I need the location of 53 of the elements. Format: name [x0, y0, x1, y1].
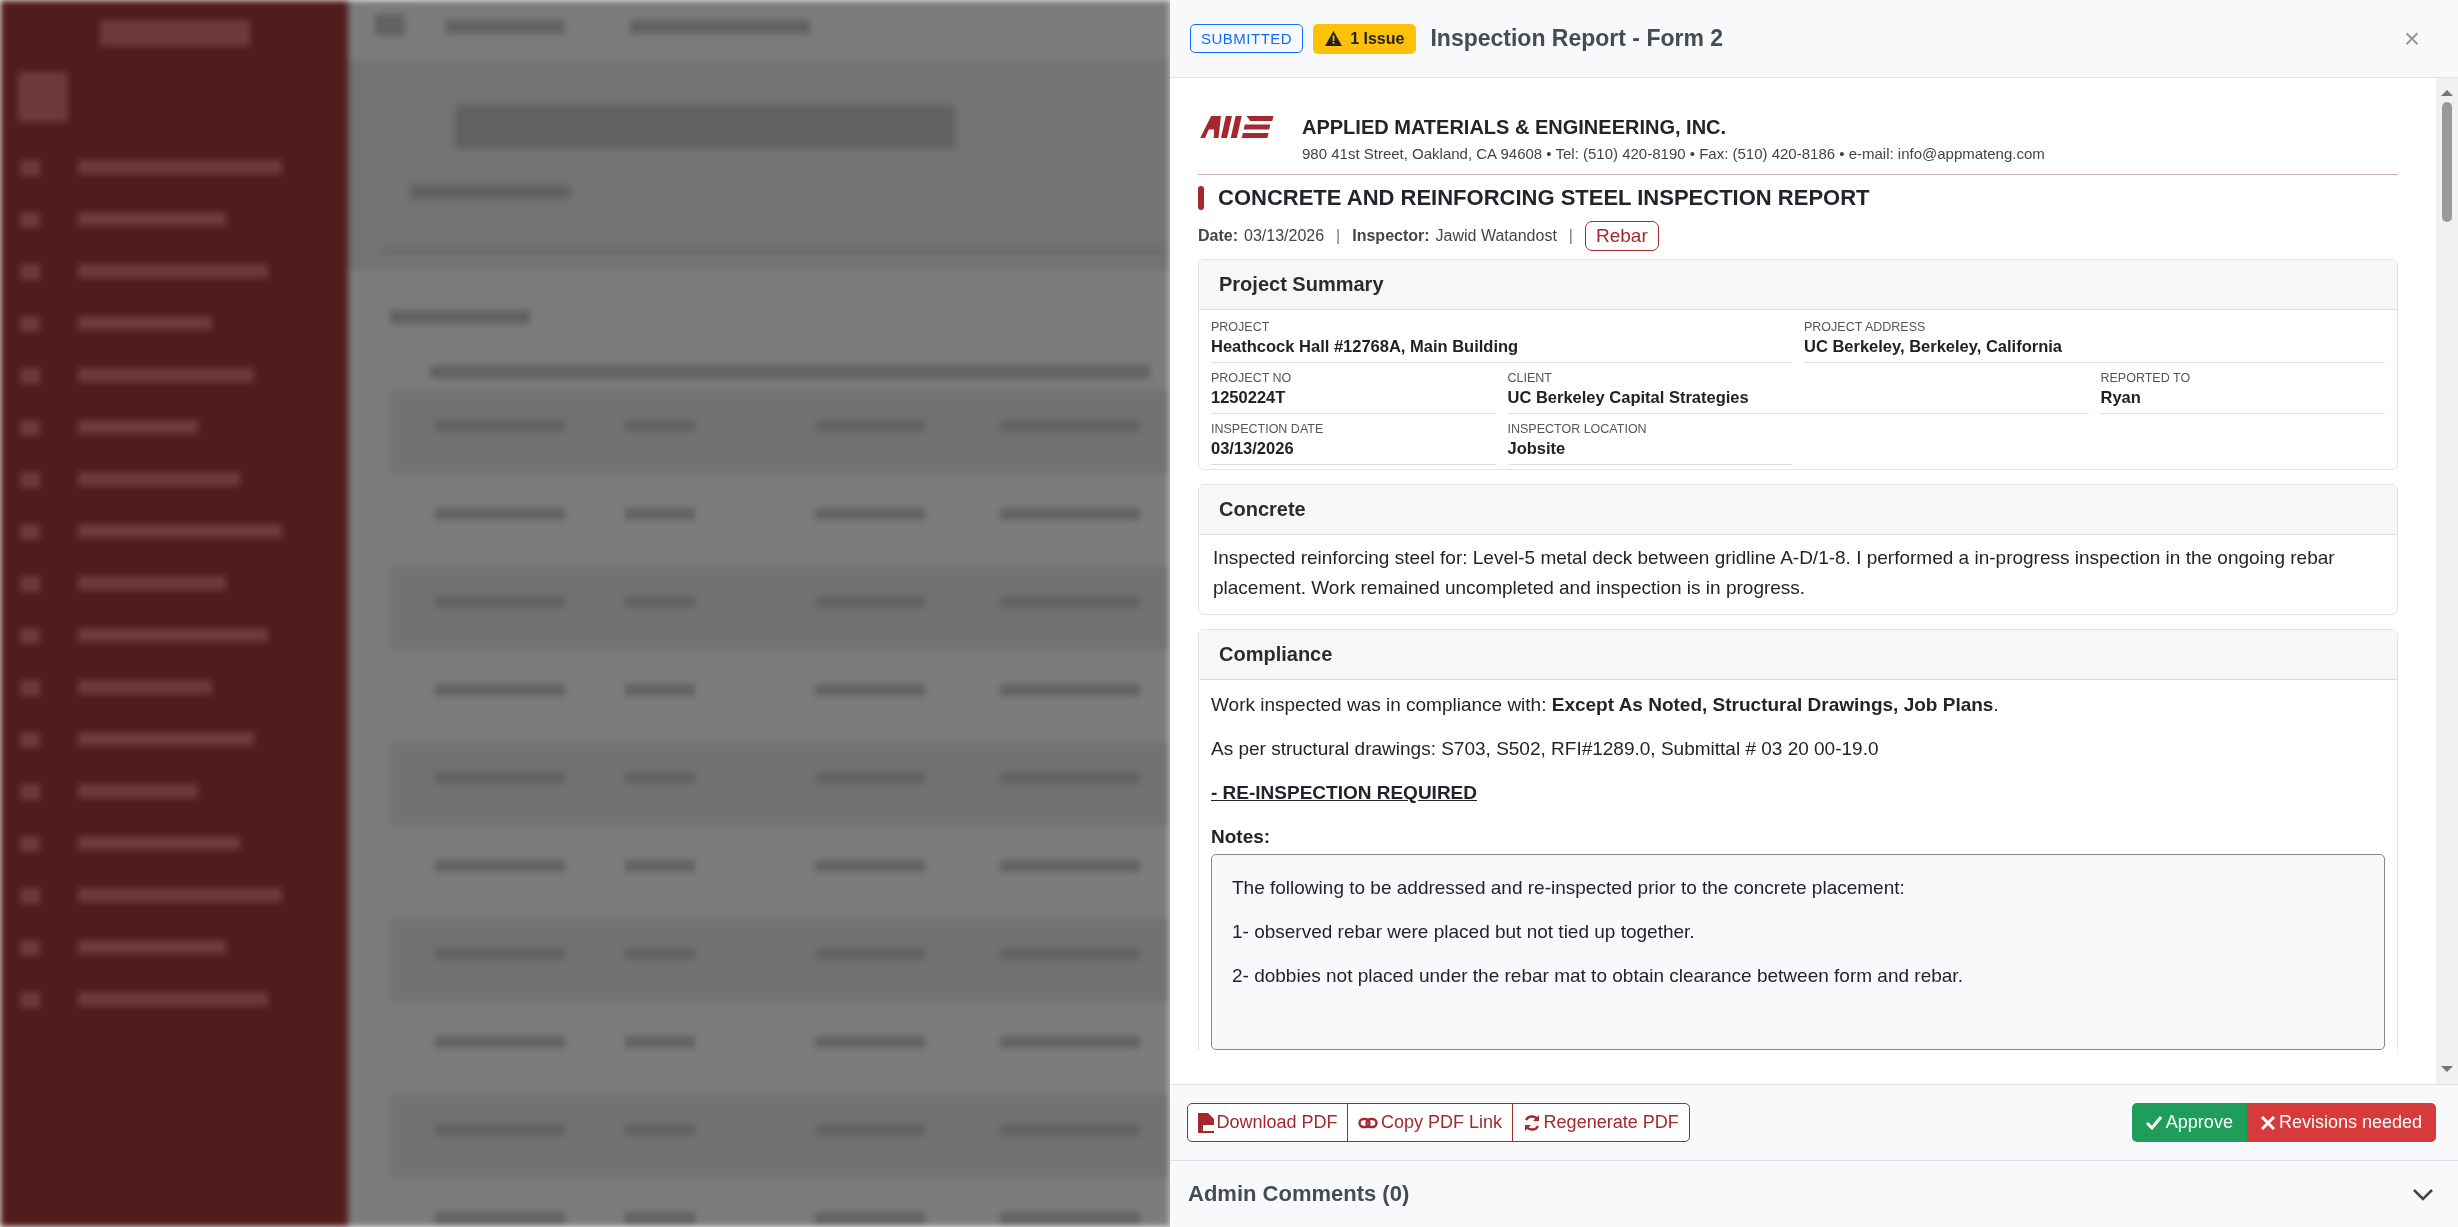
field-label: PROJECT NO [1211, 371, 1293, 385]
reinspection-notice: - RE-INSPECTION REQUIRED [1211, 781, 1479, 804]
issue-badge: 1 Issue [1313, 23, 1417, 54]
accent-bar [1198, 186, 1204, 210]
separator: | [1336, 227, 1341, 245]
chevron-down-icon [2412, 1187, 2434, 1201]
refresh-icon [1522, 1113, 1541, 1132]
revisions-button[interactable]: Revisions needed [2246, 1103, 2436, 1142]
warning-icon [1325, 31, 1343, 46]
date-value: 03/13/2026 [1244, 227, 1325, 245]
notes-label: Notes: [1211, 825, 1272, 848]
admin-comments-title: Admin Comments (0) [1188, 1181, 1410, 1207]
field-label: PROJECT [1211, 320, 1271, 334]
field-label: INSPECTOR LOCATION [1507, 422, 1648, 436]
report-title: CONCRETE AND REINFORCING STEEL INSPECTION REPORT [1218, 185, 1870, 211]
company-name: APPLIED MATERIALS & ENGINEERING, INC. [1302, 116, 1728, 139]
compliance-text: Work inspected was in compliance with: Except As Noted, Structural Drawings, Job Plans. [1211, 693, 2000, 716]
close-icon [2260, 1115, 2275, 1130]
check-icon [2145, 1115, 2162, 1130]
field-value: Ryan [2100, 388, 2142, 407]
card-title: Compliance [1199, 629, 2397, 680]
field-label: INSPECTION DATE [1211, 422, 1325, 436]
admin-comments-toggle[interactable]: Admin Comments (0) [1170, 1160, 2458, 1227]
scrollbar[interactable] [2436, 78, 2458, 1084]
separator: | [1568, 227, 1573, 245]
field-label: PROJECT ADDRESS [1804, 320, 1927, 334]
concrete-text: Inspected reinforcing steel for: Level-5 metal deck between gridline A-D/1-8. I performed a in-progress inspection in the ongoing rebar placement. Work remained uncompleted and inspection is in progress. [1212, 546, 2336, 601]
compliance-text: As per structural drawings: S703, S502, RFI#1289.0, Submittal # 03 20 00-19.0 [1211, 737, 1880, 760]
card-title: Project Summary [1199, 260, 2397, 310]
date-label: Date: [1198, 227, 1238, 245]
note-text: 2- dobbies not placed under the rebar mat to obtain clearance between form and rebar. [1232, 964, 1964, 987]
category-tag: Rebar [1585, 221, 1659, 251]
inspector-name: Jawid Watandost [1435, 227, 1557, 245]
pdf-file-icon [1197, 1112, 1214, 1133]
note-text: The following to be addressed and re-inspected prior to the concrete placement: [1232, 876, 1906, 899]
field-value: UC Berkeley Capital Strategies [1507, 388, 1750, 407]
link-icon [1358, 1115, 1379, 1130]
field-value: UC Berkeley, Berkeley, California [1804, 337, 2063, 356]
field-value: Jobsite [1507, 439, 1567, 458]
field-value: 03/13/2026 [1211, 439, 1295, 458]
field-label: CLIENT [1507, 371, 1553, 385]
field-value: 1250224T [1211, 388, 1287, 407]
pdf-action-button[interactable]: Copy PDF Link [1347, 1103, 1514, 1142]
inspector-label: Inspector: [1352, 227, 1430, 245]
pdf-action-button[interactable]: Regenerate PDF [1511, 1103, 1690, 1142]
card-title: Concrete [1199, 485, 2397, 535]
pdf-action-button[interactable]: Download PDF [1186, 1103, 1349, 1142]
company-address: 980 41st Street, Oakland, CA 94608 • Tel: (510) 420-8190 • Fax: (510) 420-8186 • e-mail: info@appmateng.com [1302, 145, 2045, 162]
note-text: 1- observed rebar were placed but not tied up together. [1232, 920, 1696, 943]
status-badge: SUBMITTED [1190, 24, 1304, 53]
field-value: Heathcock Hall #12768A, Main Building [1211, 337, 1520, 356]
field-label: REPORTED TO [2100, 371, 2192, 385]
panel-title: Inspection Report - Form 2 [1430, 25, 1724, 52]
